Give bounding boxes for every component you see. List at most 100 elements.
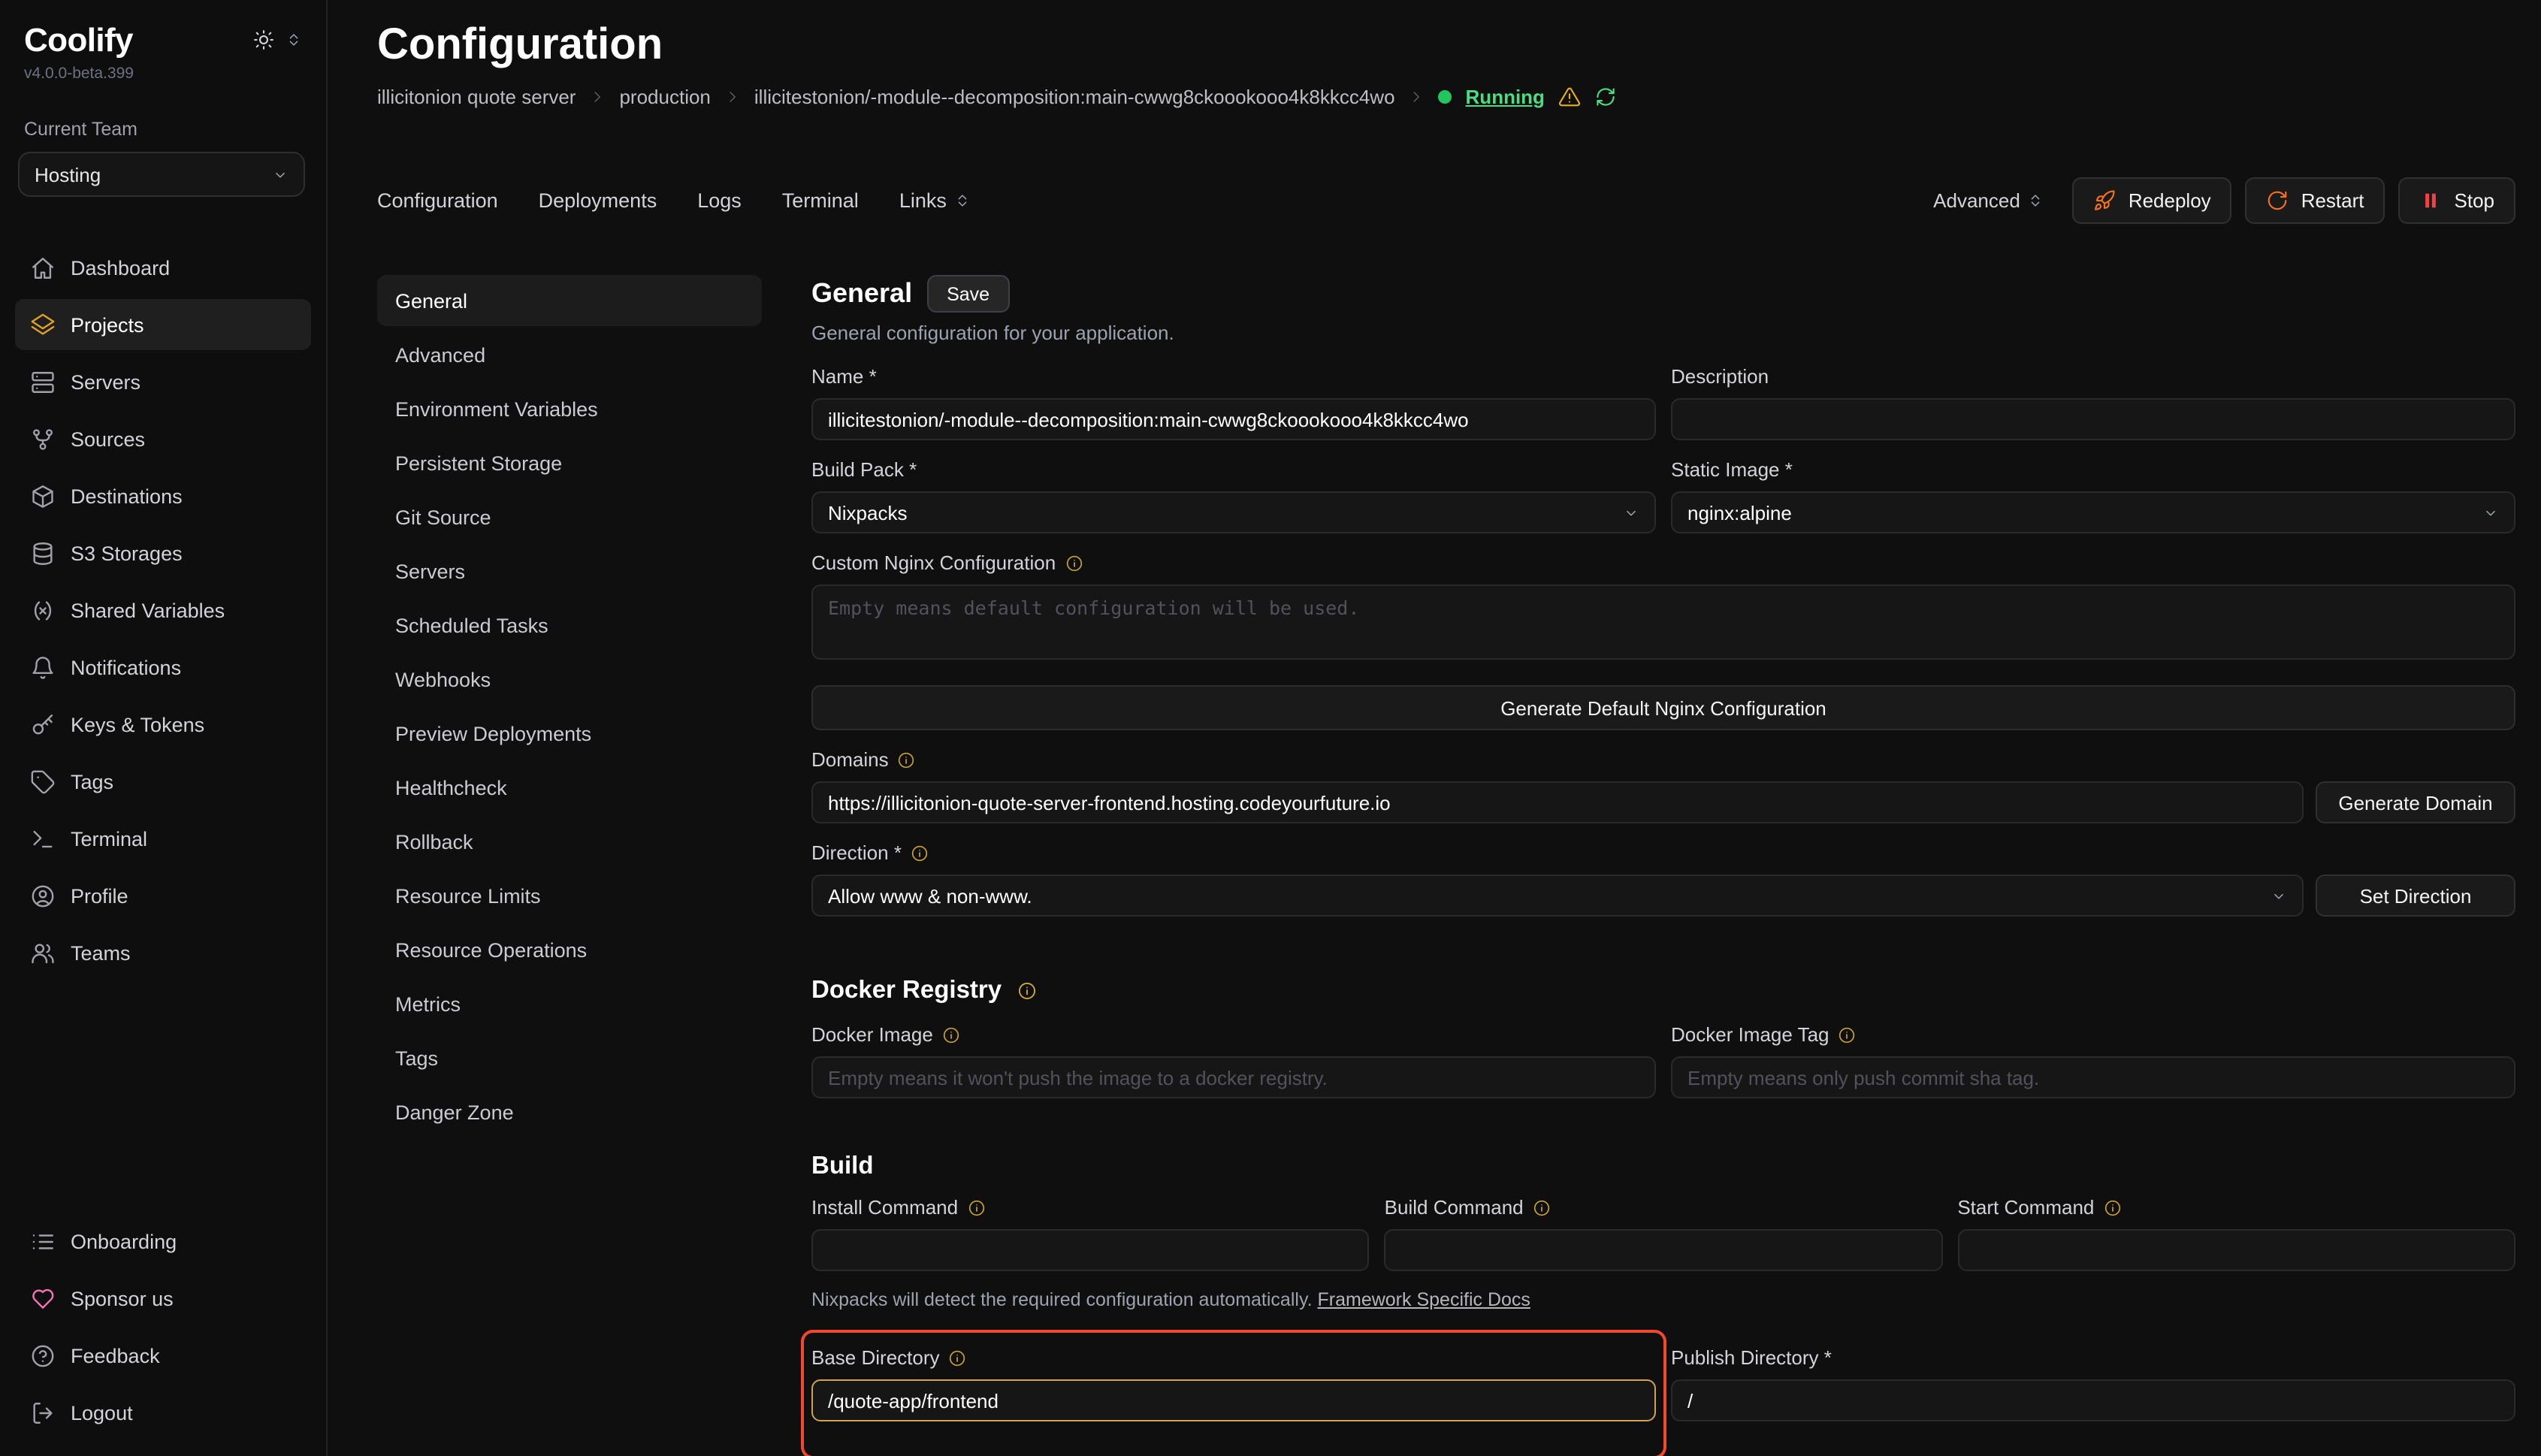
subnav-environment-variables[interactable]: Environment Variables [377,383,762,434]
static-image-value: nginx:alpine [1687,501,1792,524]
bell-icon [30,654,56,680]
sidebar-item-feedback[interactable]: Feedback [15,1330,311,1381]
info-icon[interactable] [1065,554,1083,572]
domains-label: Domains [811,748,889,771]
sidebar-item-shared-variables[interactable]: Shared Variables [15,585,311,636]
docker-tag-field-group: Docker Image Tag [1671,1023,2515,1098]
static-image-select[interactable]: nginx:alpine [1671,491,2515,533]
sidebar-item-label: Sources [71,427,145,450]
subnav-persistent-storage[interactable]: Persistent Storage [377,437,762,488]
info-icon[interactable] [1839,1026,1857,1044]
subnav-danger-zone[interactable]: Danger Zone [377,1086,762,1137]
team-select[interactable]: Hosting [18,152,305,197]
sidebar-item-destinations[interactable]: Destinations [15,470,311,521]
sidebar-item-sources[interactable]: Sources [15,413,311,464]
nginx-config-textarea[interactable] [811,585,2515,660]
sidebar-item-logout[interactable]: Logout [15,1387,311,1438]
status-running-link[interactable]: Running [1466,86,1545,108]
subnav-preview-deployments[interactable]: Preview Deployments [377,708,762,759]
info-icon[interactable] [1533,1198,1551,1216]
install-command-input[interactable] [811,1229,1370,1271]
status-dot [1439,90,1452,104]
breadcrumb-project[interactable]: illicitonion quote server [377,86,576,108]
save-button[interactable]: Save [927,275,1009,313]
subnav-tags[interactable]: Tags [377,1032,762,1083]
install-command-field-group: Install Command [811,1196,1370,1271]
sidebar-item-terminal[interactable]: Terminal [15,813,311,864]
base-directory-input[interactable] [811,1379,1656,1421]
sidebar-item-notifications[interactable]: Notifications [15,642,311,693]
general-form: General Save General configuration for y… [811,275,2515,1456]
info-icon[interactable] [898,751,916,769]
tab-deployments[interactable]: Deployments [539,189,657,212]
subnav-webhooks[interactable]: Webhooks [377,654,762,705]
subnav-advanced[interactable]: Advanced [377,329,762,380]
info-icon[interactable] [967,1198,985,1216]
subnav-metrics[interactable]: Metrics [377,978,762,1029]
tab-configuration[interactable]: Configuration [377,189,498,212]
sidebar-item-sponsor[interactable]: Sponsor us [15,1273,311,1324]
description-input[interactable] [1671,398,2515,440]
info-icon[interactable] [1017,981,1036,1001]
sidebar-item-profile[interactable]: Profile [15,870,311,921]
sidebar-item-servers[interactable]: Servers [15,356,311,407]
subnav-servers[interactable]: Servers [377,545,762,597]
sidebar-item-tags[interactable]: Tags [15,756,311,807]
breadcrumb-environment[interactable]: production [619,86,710,108]
info-icon[interactable] [949,1349,967,1367]
tab-logs[interactable]: Logs [697,189,742,212]
publish-directory-input[interactable] [1671,1379,2515,1421]
help-circle-icon [30,1343,56,1368]
set-direction-button[interactable]: Set Direction [2316,875,2515,917]
info-icon[interactable] [942,1026,960,1044]
docker-image-input[interactable] [811,1056,1656,1098]
redeploy-button[interactable]: Redeploy [2073,177,2232,224]
build-pack-select[interactable]: Nixpacks [811,491,1656,533]
refresh-icon[interactable] [1594,86,1617,108]
sidebar-item-label: Dashboard [71,256,170,279]
tab-links[interactable]: Links [899,189,971,212]
subnav-healthcheck[interactable]: Healthcheck [377,762,762,813]
chevrons-up-down-icon[interactable] [286,32,302,48]
settings-subnav: General Advanced Environment Variables P… [377,275,762,1456]
subnav-scheduled-tasks[interactable]: Scheduled Tasks [377,600,762,651]
chevron-right-icon [589,89,606,105]
build-command-input[interactable] [1385,1229,1943,1271]
sidebar-item-keys-tokens[interactable]: Keys & Tokens [15,699,311,750]
info-icon[interactable] [911,844,929,862]
sidebar-item-label: Projects [71,313,144,336]
advanced-dropdown[interactable]: Advanced [1933,189,2044,212]
breadcrumb: illicitonion quote server production ill… [377,86,2515,108]
subnav-general[interactable]: General [377,275,762,326]
sidebar-item-onboarding[interactable]: Onboarding [15,1216,311,1267]
list-icon [30,1228,56,1254]
name-input[interactable] [811,398,1656,440]
docker-image-tag-input[interactable] [1671,1056,2515,1098]
breadcrumb-application[interactable]: illicitestonion/-module--decomposition:m… [754,86,1395,108]
restart-button[interactable]: Restart [2246,177,2385,224]
sun-icon[interactable] [252,29,275,51]
subnav-git-source[interactable]: Git Source [377,491,762,542]
subnav-resource-limits[interactable]: Resource Limits [377,870,762,921]
sidebar-item-label: Tags [71,770,113,793]
sidebar-item-teams[interactable]: Teams [15,927,311,978]
tab-terminal[interactable]: Terminal [782,189,859,212]
sidebar-item-s3-storages[interactable]: S3 Storages [15,527,311,578]
restart-icon [2267,189,2289,212]
terminal-icon [30,826,56,851]
generate-domain-button[interactable]: Generate Domain [2316,781,2515,823]
domains-input[interactable] [811,781,2304,823]
sidebar-item-dashboard[interactable]: Dashboard [15,242,311,293]
chevron-down-icon [2271,887,2287,904]
start-command-input[interactable] [1957,1229,2515,1271]
info-icon[interactable] [2103,1198,2121,1216]
framework-docs-link[interactable]: Framework Specific Docs [1318,1289,1530,1310]
stop-button[interactable]: Stop [2399,177,2516,224]
subnav-resource-operations[interactable]: Resource Operations [377,924,762,975]
sidebar-item-projects[interactable]: Projects [15,299,311,350]
chevron-down-icon [1623,504,1639,521]
generate-nginx-button[interactable]: Generate Default Nginx Configuration [811,685,2515,730]
subnav-rollback[interactable]: Rollback [377,816,762,867]
sidebar-item-label: Profile [71,884,128,907]
direction-select[interactable]: Allow www & non-www. [811,875,2304,917]
